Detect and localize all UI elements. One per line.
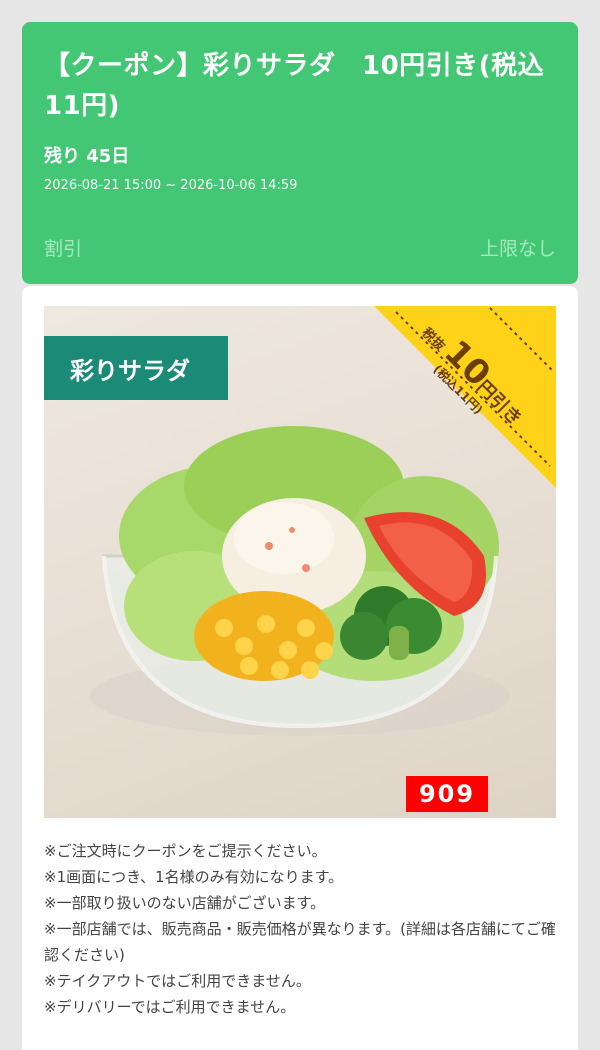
coupon-title: 【クーポン】彩りサラダ 10円引き(税込11円) <box>44 51 545 121</box>
notes-list: ※ご注文時にクーポンをご提示ください。 ※1画面につき、1名様のみ有効になります… <box>44 838 564 1020</box>
usage-limit: 上限なし <box>479 238 556 260</box>
note-item: ※デリバリーではご利用できません。 <box>44 998 296 1016</box>
product-name-tag: 彩りサラダ <box>44 336 228 400</box>
note-item: ※一部店舗では、販売商品・販売価格が異なります。(詳細は各店舗にてご確認ください… <box>44 920 556 964</box>
note-item: ※1画面につき、1名様のみ有効になります。 <box>44 868 344 886</box>
product-photo: 彩りサラダ 税抜10円引き (税込11円) <box>44 306 556 818</box>
note-item: ※テイクアウトではご利用できません。 <box>44 972 311 990</box>
validity-period: 2026-08-21 15:00 ~ 2026-10-06 14:59 <box>44 178 298 193</box>
coupon-kind: 割引 <box>44 238 83 260</box>
remaining-days: 残り 45日 <box>44 146 130 167</box>
note-item: ※一部取り扱いのない店舗がございます。 <box>44 894 326 912</box>
coupon-detail-card: 彩りサラダ 税抜10円引き (税込11円) ※ご注文時にクーポンをご提示ください… <box>22 286 578 1050</box>
price-code-badge: 909 <box>406 776 488 812</box>
note-item: ※ご注文時にクーポンをご提示ください。 <box>44 842 327 860</box>
coupon-header-card: 【クーポン】彩りサラダ 10円引き(税込11円) 残り 45日 2026-08-… <box>22 22 578 284</box>
